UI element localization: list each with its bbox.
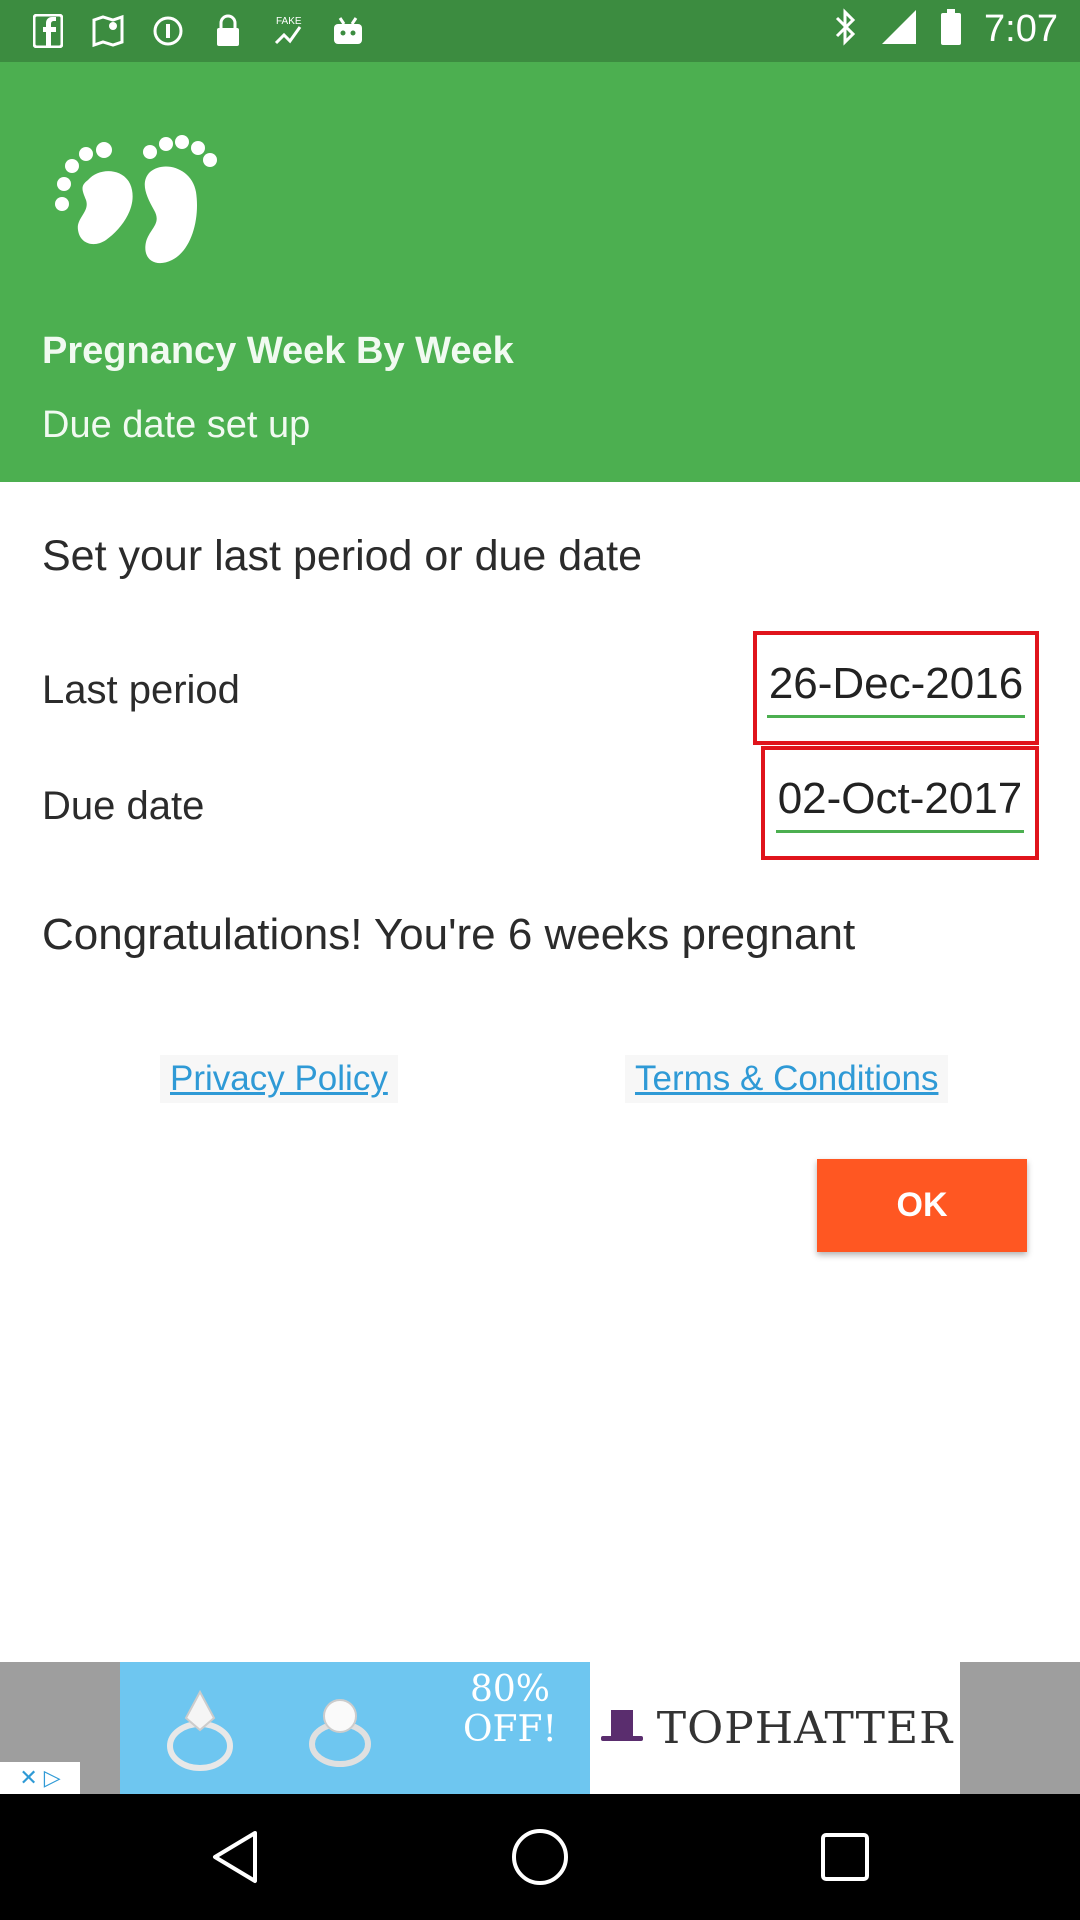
signal-icon: [880, 8, 918, 51]
lock-icon: [208, 12, 248, 50]
footprints-icon: [50, 132, 220, 272]
privacy-policy-link[interactable]: Privacy Policy: [160, 1055, 398, 1103]
ring-icon: [140, 1668, 260, 1788]
ad-controls[interactable]: ✕ ▷: [0, 1762, 80, 1794]
pregnancy-status-message: Congratulations! You're 6 weeks pregnant: [42, 910, 856, 959]
ad-brand-area[interactable]: TOPHATTER: [590, 1662, 960, 1794]
ad-offer-text: 80% OFF!: [463, 1669, 557, 1750]
navigation-bar: [0, 1794, 1080, 1920]
instruction-text: Set your last period or due date: [42, 532, 642, 580]
screen-subtitle: Due date set up: [42, 404, 311, 446]
notification-icons: FAKE: [28, 12, 368, 50]
fake-gps-icon: FAKE: [268, 12, 308, 50]
adchoices-icon[interactable]: ▷: [44, 1765, 61, 1791]
maps-icon: [88, 12, 128, 50]
ad-banner[interactable]: 80% OFF! TOPHATTER ✕ ▷: [0, 1662, 1080, 1794]
due-date-field[interactable]: 02-Oct-2017: [761, 746, 1039, 860]
home-icon[interactable]: [510, 1827, 570, 1887]
close-icon[interactable]: ✕: [19, 1765, 37, 1791]
due-date-value: 02-Oct-2017: [775, 774, 1025, 833]
ad-brand-name: TOPHATTER: [656, 1702, 954, 1754]
ring-icon: [280, 1668, 400, 1788]
info-icon: [148, 12, 188, 50]
battery-icon: [940, 8, 962, 51]
svg-text:FAKE: FAKE: [276, 16, 302, 27]
last-period-value: 26-Dec-2016: [766, 659, 1026, 718]
app-title: Pregnancy Week By Week: [42, 330, 514, 372]
status-bar: FAKE 7:07: [0, 0, 1080, 62]
last-period-label: Last period: [42, 668, 240, 712]
android-icon: [328, 12, 368, 50]
ok-button[interactable]: OK: [817, 1159, 1027, 1252]
facebook-icon: [28, 12, 68, 50]
due-date-label: Due date: [42, 784, 205, 828]
top-hat-icon: [597, 1706, 647, 1751]
system-status: 7:07: [834, 8, 1058, 51]
last-period-field[interactable]: 26-Dec-2016: [753, 631, 1039, 745]
back-icon[interactable]: [205, 1827, 265, 1887]
recents-icon[interactable]: [815, 1827, 875, 1887]
app-header: Pregnancy Week By Week Due date set up: [0, 62, 1080, 482]
bluetooth-icon: [834, 8, 858, 51]
terms-conditions-link[interactable]: Terms & Conditions: [625, 1055, 949, 1103]
clock: 7:07: [984, 8, 1058, 50]
ad-image-left[interactable]: 80% OFF!: [120, 1662, 590, 1794]
